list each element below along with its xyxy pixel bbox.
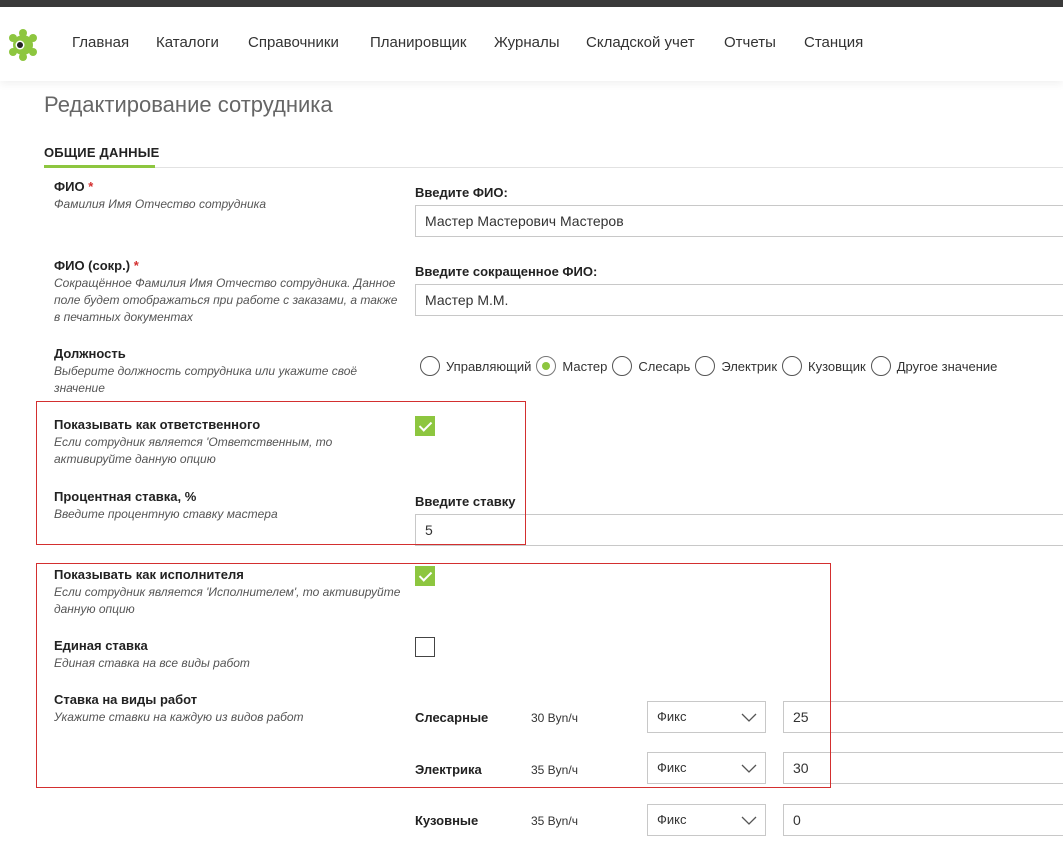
work-rates-label: Ставка на виды работ [54,692,198,707]
percent-rate-input[interactable]: 5 [415,514,1063,546]
top-dark-strip [0,0,1063,7]
radio-option-master[interactable]: Мастер [536,356,607,376]
work-rate-name: Слесарные [415,710,489,725]
percent-rate-caption: Введите ставку [415,494,516,509]
select-value: Фикс [657,760,687,775]
radio-label: Слесарь [638,358,691,374]
radio-option-manager[interactable]: Управляющий [420,356,531,376]
percent-rate-hint: Введите процентную ставку мастера [54,507,278,521]
work-rate-type-select[interactable]: Фикс [647,701,766,733]
required-mark: * [88,179,94,194]
work-rate-price: 30 Byn/ч [531,711,578,725]
radio-label: Управляющий [446,358,532,374]
radio-button-selected[interactable] [536,356,557,376]
radio-button[interactable] [782,356,803,376]
executor-hint: Если сотрудник является 'Исполнителем', … [54,585,401,616]
nav-item-reports[interactable]: Отчеты [724,34,776,51]
work-rate-price: 35 Byn/ч [531,763,578,777]
radio-button[interactable] [420,356,440,376]
position-label: Должность [54,346,126,361]
active-tab-underline [44,165,155,168]
work-rate-value-input[interactable]: 30 [783,752,1063,784]
fio-hint: Фамилия Имя Отчество сотрудника [54,197,266,211]
work-rates-hint: Укажите ставки на каждую из видов работ [54,710,304,724]
responsible-checkbox[interactable] [415,416,435,436]
fio-label: ФИО * [54,179,93,194]
position-radio-group: Управляющий Мастер Слесарь Электрик Кузо… [420,355,1002,377]
work-rate-type-select[interactable]: Фикс [647,804,766,836]
tab-general-data[interactable]: ОБЩИЕ ДАННЫЕ [44,145,160,160]
executor-label: Показывать как исполнителя [54,567,244,582]
nav-item-planner[interactable]: Планировщик [370,34,466,51]
single-rate-label: Единая ставка [54,638,148,653]
responsible-hint: Если сотрудник является 'Ответственным, … [54,435,333,466]
chevron-down-icon [741,816,757,825]
radio-button[interactable] [870,356,891,376]
fio-short-label-text: ФИО (сокр.) [54,258,131,273]
radio-label: Электрик [721,358,778,374]
fio-short-input[interactable]: Мастер М.М. [415,284,1063,316]
radio-label: Другое значение [896,358,998,374]
radio-option-electrician[interactable]: Электрик [695,356,777,376]
nav-item-warehouse[interactable]: Складской учет [586,34,695,51]
select-value: Фикс [657,709,687,724]
work-rate-type-select[interactable]: Фикс [647,752,766,784]
nav-item-references[interactable]: Справочники [248,34,339,51]
radio-button[interactable] [612,356,633,376]
select-value: Фикс [657,812,687,827]
radio-label: Мастер [562,358,608,374]
percent-rate-label: Процентная ставка, % [54,489,197,504]
chevron-down-icon [741,713,757,722]
work-rate-value-input[interactable]: 0 [783,804,1063,836]
chevron-down-icon [741,764,757,773]
executor-checkbox[interactable] [415,566,435,586]
fio-label-text: ФИО [54,179,85,194]
main-navbar: Главная Каталоги Справочники Планировщик… [0,7,1063,81]
radio-option-bodyworker[interactable]: Кузовщик [782,356,866,376]
section-divider [44,167,1063,168]
gear-logo-icon[interactable] [8,29,38,61]
work-rate-value-input[interactable]: 25 [783,701,1063,733]
single-rate-hint: Единая ставка на все виды работ [54,656,250,670]
nav-item-journals[interactable]: Журналы [494,34,560,51]
fio-short-caption: Введите сокращенное ФИО: [415,264,598,279]
fio-input[interactable]: Мастер Мастерович Мастеров [415,205,1063,237]
responsible-label: Показывать как ответственного [54,417,261,432]
radio-option-other[interactable]: Другое значение [870,356,998,376]
single-rate-checkbox[interactable] [415,637,435,657]
radio-label: Кузовщик [808,358,866,374]
required-mark: * [133,258,139,273]
nav-item-catalogs[interactable]: Каталоги [156,34,219,51]
work-rate-price: 35 Byn/ч [531,814,578,828]
work-rate-name: Кузовные [415,813,479,828]
nav-item-home[interactable]: Главная [72,34,129,51]
fio-caption: Введите ФИО: [415,185,508,200]
fio-short-label: ФИО (сокр.) * [54,258,139,273]
radio-button[interactable] [695,356,716,376]
fio-short-hint: Сокращённое Фамилия Имя Отчество сотрудн… [54,276,398,324]
radio-option-locksmith[interactable]: Слесарь [612,356,690,376]
nav-item-station[interactable]: Станция [804,34,863,51]
page-title: Редактирование сотрудника [44,92,333,117]
work-rate-name: Электрика [415,762,482,777]
position-hint: Выберите должность сотрудника или укажит… [54,364,358,395]
